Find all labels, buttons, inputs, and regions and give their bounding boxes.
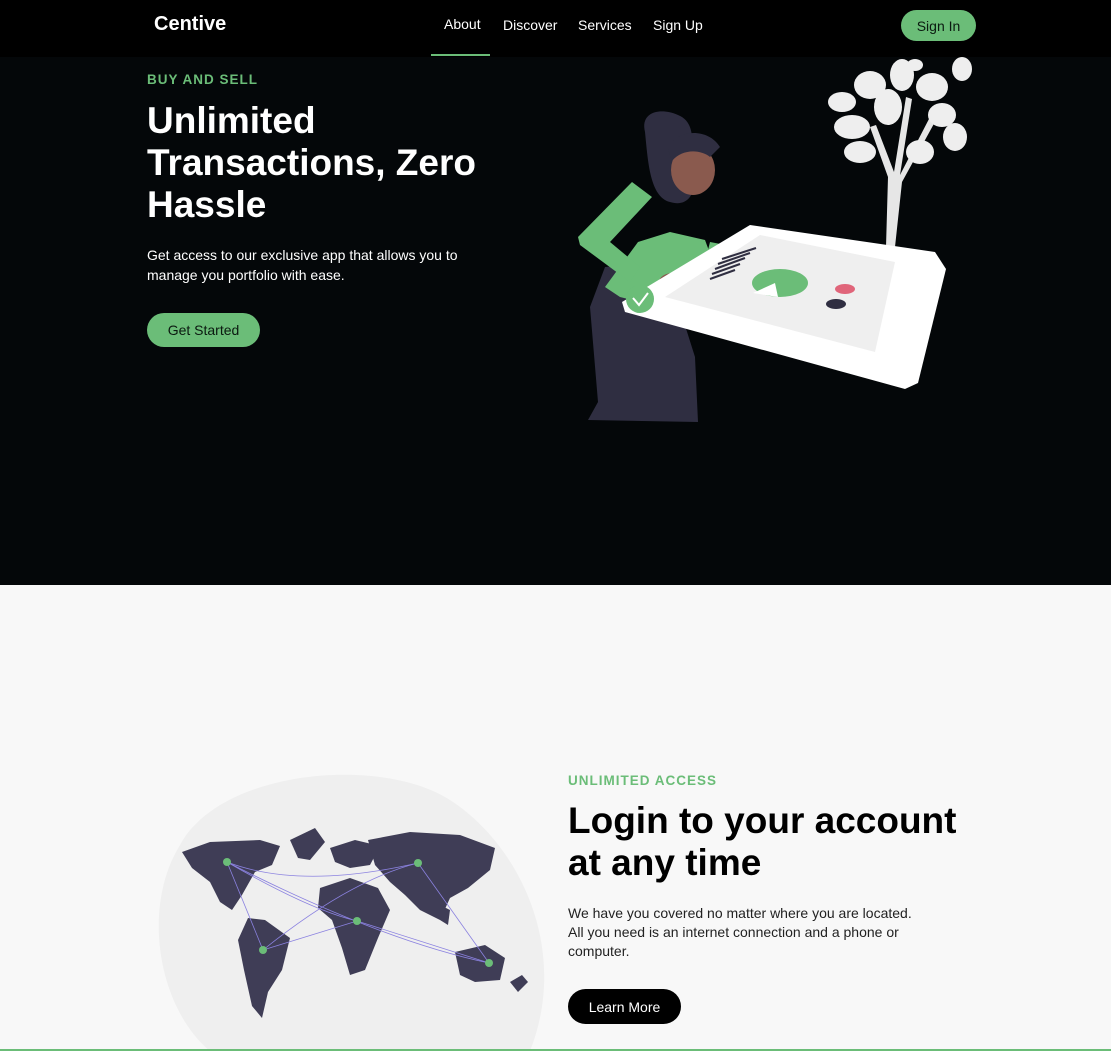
brand-logo[interactable]: Centive — [154, 13, 226, 36]
access-eyebrow: UNLIMITED ACCESS — [568, 773, 718, 788]
get-started-button[interactable]: Get Started — [147, 313, 260, 347]
access-title: Login to your account at any time — [568, 800, 957, 883]
hero-description: Get access to our exclusive app that all… — [147, 247, 458, 283]
nav-link-services[interactable]: Services — [578, 17, 632, 33]
hero-title: Unlimited Transactions, Zero Hassle — [147, 100, 476, 225]
nav-link-sign-up[interactable]: Sign Up — [653, 17, 703, 33]
hero-eyebrow: BUY AND SELL — [147, 72, 259, 87]
hero-section: BUY AND SELL Unlimited Transactions, Zer… — [0, 57, 1111, 585]
plant-illustration — [828, 57, 972, 247]
nav-link-about[interactable]: About — [444, 16, 481, 32]
world-map-illustration — [158, 774, 545, 1051]
learn-more-button[interactable]: Learn More — [568, 989, 681, 1024]
woman-with-tablet-illustration — [578, 57, 972, 422]
nav-active-indicator — [431, 54, 490, 56]
top-navbar: Centive About Discover Services Sign Up … — [0, 0, 1111, 57]
unlimited-access-section: UNLIMITED ACCESS Login to your account a… — [0, 585, 1111, 1051]
nav-link-discover[interactable]: Discover — [503, 17, 557, 33]
access-description: We have you covered no matter where you … — [568, 905, 912, 959]
sign-in-button[interactable]: Sign In — [901, 10, 976, 41]
